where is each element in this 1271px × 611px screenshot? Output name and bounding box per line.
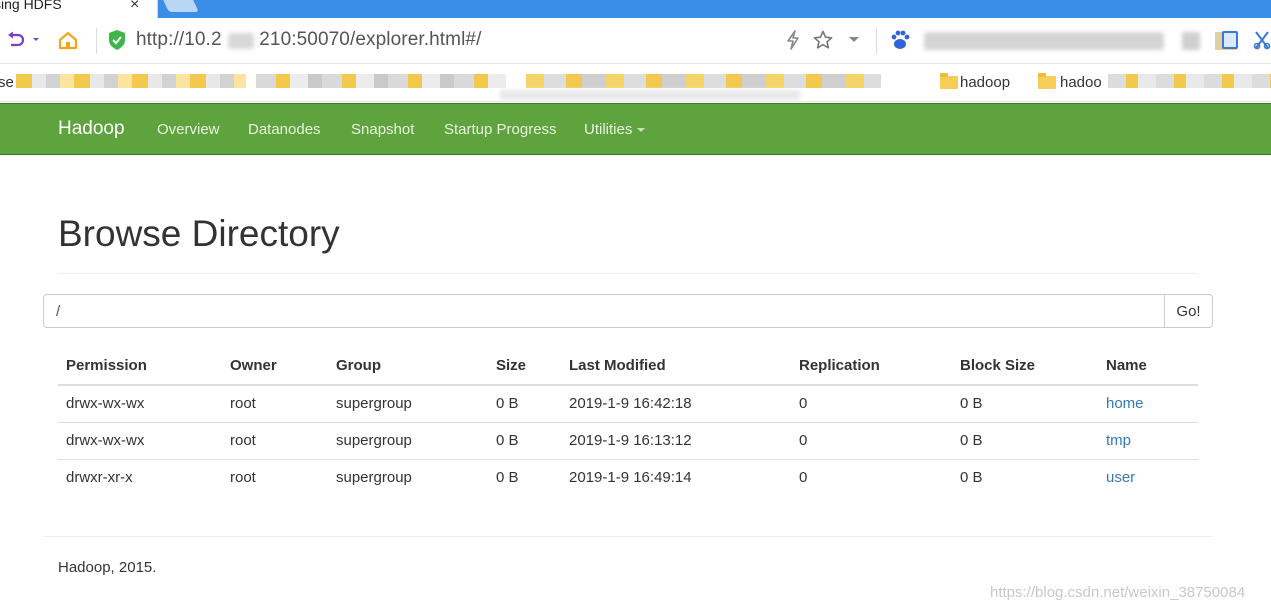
redacted-bookmarks — [16, 74, 246, 88]
separator — [96, 28, 97, 54]
cell-name: tmp — [1098, 421, 1198, 459]
hadoop-navbar: Hadoop Overview Datanodes Snapshot Start… — [0, 103, 1271, 155]
cell-size: 0 B — [496, 395, 519, 413]
header-name[interactable]: Name — [1098, 347, 1198, 386]
footer-text: Hadoop, 2015. — [58, 559, 157, 576]
new-tab-button[interactable] — [163, 0, 199, 12]
directory-link-user[interactable]: user — [1106, 469, 1135, 486]
redacted-bookmarks — [1108, 74, 1271, 88]
header-block-size[interactable]: Block Size — [952, 347, 1098, 386]
url-field[interactable]: http://10.2 210:50070/explorer.html#/ — [136, 29, 481, 51]
cell-name: user — [1098, 458, 1198, 496]
cell-owner: root — [222, 458, 328, 496]
cell-replication: 0 — [791, 421, 952, 459]
redacted-bookmarks — [256, 74, 506, 88]
directory-link-home[interactable]: home — [1106, 395, 1144, 412]
window-icon[interactable] — [1222, 31, 1238, 49]
caret-down-icon — [637, 128, 646, 133]
page-title: Browse Directory — [58, 213, 340, 254]
baidu-icon[interactable] — [888, 29, 912, 51]
table-row: drwxr-xr-x root supergroup 0 B 2019-1-9 … — [58, 458, 1198, 496]
nav-overview[interactable]: Overview — [157, 121, 220, 138]
lightning-icon[interactable] — [782, 29, 804, 51]
navbar-brand[interactable]: Hadoop — [58, 118, 125, 140]
nav-startup-progress[interactable]: Startup Progress — [444, 121, 557, 138]
back-icon[interactable] — [5, 29, 27, 51]
nav-utilities-label: Utilities — [584, 121, 633, 138]
header-group[interactable]: Group — [328, 347, 488, 386]
cell-last-modified: 2019-1-9 16:49:14 — [561, 458, 791, 496]
cell-replication: 0 — [791, 458, 952, 496]
cell-group: supergroup — [328, 458, 488, 496]
separator — [876, 28, 877, 54]
cell-size: 0 B — [488, 421, 561, 459]
nav-datanodes[interactable]: Datanodes — [248, 121, 321, 138]
directory-table: Permission Owner Group Size Last Modifie… — [58, 347, 1198, 496]
home-icon[interactable] — [56, 29, 80, 51]
cell-group: supergroup — [328, 421, 488, 459]
header-permission[interactable]: Permission — [58, 347, 222, 386]
table-row: drwx-wx-wx root supergroup 0 B 2019-1-9 … — [58, 421, 1198, 459]
header-size[interactable]: Size — [488, 347, 561, 386]
cell-block-size: 0 B — [960, 395, 983, 413]
bookmarks-bar: se hadoop hadoo — [0, 64, 1271, 102]
cell-owner: root — [230, 395, 256, 413]
browser-tab[interactable]: sing HDFS × — [0, 0, 158, 18]
divider — [58, 273, 1198, 274]
directory-link-tmp[interactable]: tmp — [1106, 432, 1131, 449]
redacted-url-part — [228, 33, 254, 49]
nav-snapshot[interactable]: Snapshot — [351, 121, 414, 138]
cell-permission: drwx-wx-wx — [66, 395, 145, 413]
cell-block-size: 0 B — [952, 458, 1098, 496]
nav-utilities[interactable]: Utilities — [584, 121, 646, 138]
redacted-bookmarks — [526, 74, 881, 88]
cell-last-modified: 2019-1-9 16:13:12 — [561, 421, 791, 459]
table-header-row: Permission Owner Group Size Last Modifie… — [58, 347, 1198, 386]
bookmark-hadoop-2[interactable]: hadoo — [1060, 74, 1102, 91]
cell-name: home — [1098, 385, 1198, 422]
go-button[interactable]: Go! — [1164, 294, 1213, 328]
header-last-modified[interactable]: Last Modified — [561, 347, 791, 386]
cell-permission: drwx-wx-wx — [58, 421, 222, 459]
bookmark-label[interactable]: se — [0, 74, 14, 91]
browser-tab-strip: sing HDFS × — [0, 0, 1271, 18]
divider — [43, 536, 1213, 537]
scissors-icon[interactable] — [1252, 29, 1271, 51]
star-icon[interactable] — [812, 29, 834, 51]
back-history-chevron-icon[interactable] — [30, 29, 42, 51]
watermark: https://blog.csdn.net/weixin_38750084 — [990, 584, 1246, 601]
header-owner[interactable]: Owner — [222, 347, 328, 386]
folder-icon — [1038, 73, 1056, 89]
tab-close-icon[interactable]: × — [130, 0, 139, 14]
tab-title: sing HDFS — [0, 0, 62, 12]
address-bar: http://10.2 210:50070/explorer.html#/ — [0, 18, 1271, 64]
redacted-bookmarks — [500, 90, 800, 100]
cell-owner: root — [222, 421, 328, 459]
cell-block-size: 0 B — [952, 421, 1098, 459]
shield-icon[interactable] — [106, 29, 128, 51]
chevron-down-icon[interactable] — [846, 29, 862, 51]
bookmark-hadoop[interactable]: hadoop — [960, 74, 1010, 91]
folder-icon — [940, 73, 958, 89]
cell-permission: drwxr-xr-x — [58, 458, 222, 496]
cell-size: 0 B — [488, 458, 561, 496]
redacted-search-box — [924, 32, 1164, 50]
header-replication[interactable]: Replication — [791, 347, 952, 386]
cell-replication: 0 — [799, 395, 808, 413]
redacted-icon — [1182, 32, 1200, 50]
cell-last-modified: 2019-1-9 16:42:18 — [569, 395, 692, 413]
table-row: drwx-wx-wx root supergroup 0 B 2019-1-9 … — [58, 385, 1198, 422]
cell-group: supergroup — [336, 395, 412, 413]
directory-path-input[interactable] — [43, 294, 1165, 328]
